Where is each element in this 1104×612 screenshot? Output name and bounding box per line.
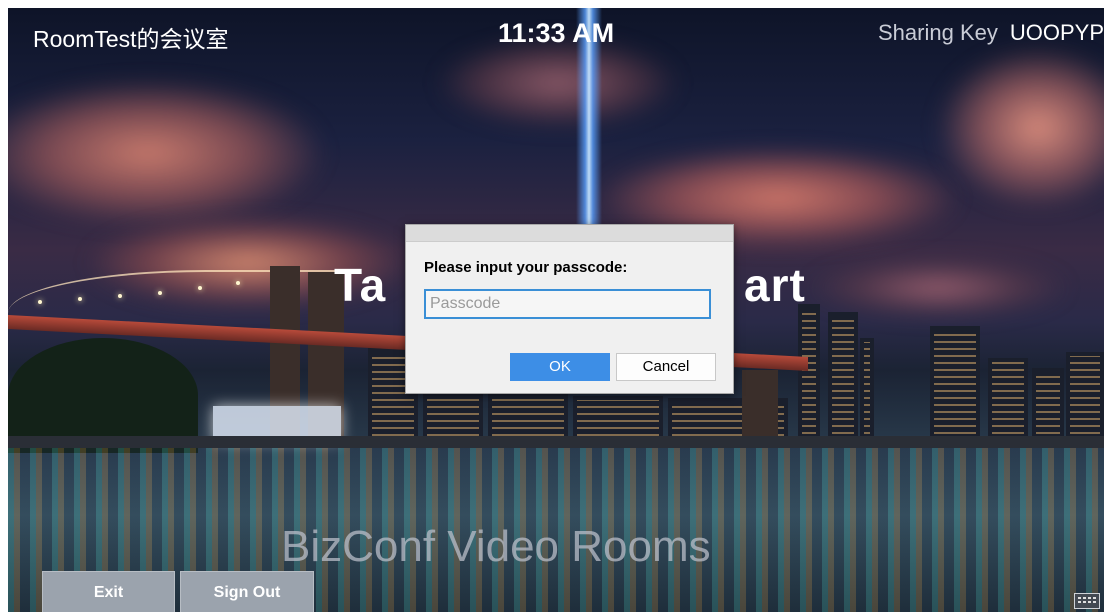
skyline-building (828, 312, 858, 438)
skyline-building (930, 326, 980, 438)
sharing-key-label: Sharing Key (878, 20, 998, 45)
skyline-building (798, 304, 820, 438)
sharing-key-value: UOOPYP (1009, 20, 1104, 45)
dialog-titlebar[interactable] (406, 225, 733, 242)
bridge-lamp (78, 297, 82, 301)
cancel-button[interactable]: Cancel (616, 353, 716, 381)
skyline-building (1032, 368, 1064, 438)
passcode-dialog: Please input your passcode: OK Cancel (405, 224, 734, 394)
bridge-lamp (198, 286, 202, 290)
skyline-building (860, 338, 874, 438)
skyline-building (423, 388, 483, 440)
sharing-key: Sharing Key UOOPYP (878, 20, 1104, 46)
sky-cloud (808, 258, 1068, 318)
skyline-building (1066, 352, 1104, 438)
skyline-building (488, 392, 568, 440)
keyboard-icon[interactable] (1074, 593, 1100, 609)
sign-out-button[interactable]: Sign Out (180, 571, 314, 612)
bridge-lamp (236, 281, 240, 285)
tap-to-start-left[interactable]: Ta (334, 258, 386, 312)
ok-button[interactable]: OK (510, 353, 610, 381)
skyline-building (573, 396, 663, 440)
room-name: RoomTest的会议室 (33, 26, 229, 52)
exit-button[interactable]: Exit (42, 571, 175, 612)
sky-cloud (938, 48, 1104, 208)
bridge-lamp (158, 291, 162, 295)
bridge-lamp (38, 300, 42, 304)
passcode-prompt: Please input your passcode: (424, 259, 628, 276)
sky-cloud (8, 78, 328, 228)
clock-time: 11:33 AM (498, 18, 615, 48)
bridge-lamp (118, 294, 122, 298)
skyline-building (988, 358, 1028, 438)
sky-cloud (438, 38, 678, 128)
shoreline (8, 436, 1104, 448)
passcode-input[interactable] (424, 289, 711, 319)
tap-to-start-right[interactable]: art (744, 258, 806, 312)
bridge-tower (742, 370, 778, 442)
brand-watermark: BizConf Video Rooms (281, 522, 711, 571)
